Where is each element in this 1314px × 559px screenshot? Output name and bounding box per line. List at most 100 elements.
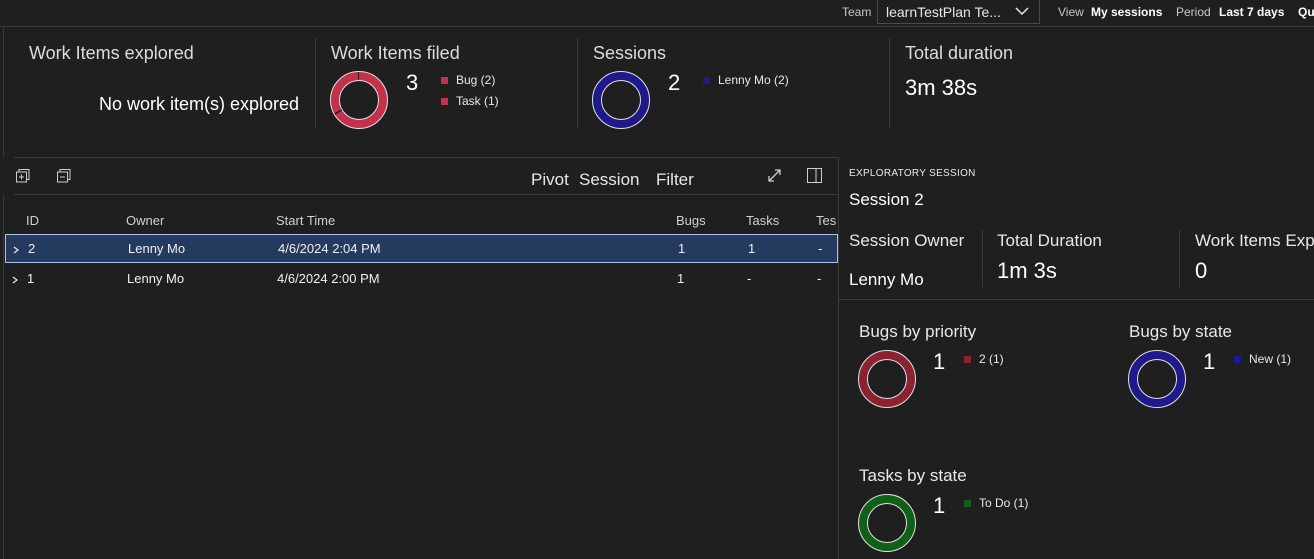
- legend-label: Task (1): [456, 94, 499, 108]
- cell-bugs: 1: [677, 271, 685, 286]
- filter-button[interactable]: Filter: [656, 170, 694, 190]
- toggle-details-pane-icon[interactable]: [807, 168, 822, 188]
- bugs-by-priority-count: 1: [933, 349, 946, 374]
- sessions-count: 2: [668, 70, 681, 95]
- legend-item-owner[interactable]: Lenny Mo (2): [703, 73, 789, 87]
- work-items-explored-title: Work Items explored: [29, 43, 194, 63]
- cell-tests: -: [817, 271, 822, 286]
- total-duration-label: Total Duration: [997, 231, 1102, 250]
- work-items-filed-count: 3: [406, 70, 419, 95]
- tasks-by-state-donut[interactable]: [858, 494, 916, 552]
- period-label: Period: [1176, 5, 1211, 19]
- legend-item-bug[interactable]: Bug (2): [441, 73, 495, 87]
- chevron-right-icon[interactable]: [12, 242, 20, 260]
- fullscreen-icon[interactable]: [767, 168, 782, 188]
- cell-tests: -: [818, 241, 823, 256]
- query-selector[interactable]: Qu: [1298, 5, 1314, 19]
- legend-swatch: [441, 97, 448, 105]
- cell-tasks: 1: [748, 241, 756, 256]
- summary-section: Work Items explored No work item(s) expl…: [0, 28, 1314, 157]
- table-row[interactable]: 1 Lenny Mo 4/6/2024 2:00 PM 1 - -: [5, 264, 838, 293]
- filter-bar: Team learnTestPlan Te... View My session…: [0, 0, 1314, 27]
- grid-toolbar: Pivot Session Filter: [0, 158, 838, 194]
- column-header-owner[interactable]: Owner: [126, 213, 164, 228]
- donut-hole: [601, 80, 641, 120]
- column-header-tests[interactable]: Tes: [816, 213, 838, 228]
- team-dropdown[interactable]: learnTestPlan Te...: [877, 0, 1040, 24]
- column-header-tasks[interactable]: Tasks: [746, 213, 779, 228]
- legend-swatch: [441, 76, 448, 84]
- legend-swatch: [964, 355, 971, 363]
- session-duration-value: 1m 3s: [997, 258, 1057, 283]
- legend-label: To Do (1): [979, 496, 1029, 510]
- total-duration-title: Total duration: [905, 43, 1014, 63]
- card-divider: [315, 38, 316, 128]
- bugs-by-state-count: 1: [1203, 349, 1216, 374]
- tasks-by-state-count: 1: [933, 493, 946, 518]
- session-owner-label: Session Owner: [849, 231, 965, 250]
- cell-id: 2: [28, 241, 36, 256]
- column-header-id[interactable]: ID: [26, 213, 39, 228]
- stat-divider: [1179, 230, 1180, 287]
- card-divider: [577, 38, 578, 128]
- work-items-filed-donut[interactable]: [330, 71, 388, 129]
- panel-header: EXPLORATORY SESSION: [849, 168, 976, 179]
- expand-all-icon[interactable]: [16, 169, 30, 188]
- tasks-by-state-title: Tasks by state: [859, 466, 967, 485]
- work-items-explored-value: 0: [1195, 258, 1208, 283]
- legend-label: New (1): [1249, 352, 1292, 366]
- cell-tasks: -: [747, 271, 752, 286]
- work-items-filed-title: Work Items filed: [331, 43, 460, 63]
- left-edge-divider: [3, 28, 4, 157]
- cell-id: 1: [27, 271, 35, 286]
- work-items-explored-label: Work Items Exp: [1195, 231, 1314, 250]
- team-label: Team: [842, 5, 872, 19]
- legend-item-priority-2[interactable]: 2 (1): [964, 352, 1004, 366]
- column-header-start-time[interactable]: Start Time: [276, 213, 335, 228]
- column-header-bugs[interactable]: Bugs: [676, 213, 706, 228]
- chevron-down-icon: [1014, 4, 1030, 21]
- bugs-by-priority-title: Bugs by priority: [859, 322, 977, 341]
- bugs-by-priority-donut[interactable]: [858, 350, 916, 408]
- view-selector[interactable]: My sessions: [1091, 5, 1162, 19]
- session-detail-panel: EXPLORATORY SESSION Session 2 Session Ow…: [838, 157, 1314, 559]
- legend-item-task[interactable]: Task (1): [441, 94, 499, 108]
- card-divider: [889, 38, 890, 128]
- donut-hole: [1137, 359, 1177, 399]
- session-owner-value: Lenny Mo: [849, 270, 924, 289]
- total-duration-value: 3m 38s: [905, 75, 978, 100]
- bugs-by-state-donut[interactable]: [1128, 350, 1186, 408]
- sessions-grid: ID Owner Start Time Bugs Tasks Tes 2 Len…: [0, 195, 838, 559]
- legend-label: Bug (2): [456, 73, 496, 87]
- legend-label: Lenny Mo (2): [718, 73, 789, 87]
- cell-owner: Lenny Mo: [128, 241, 186, 256]
- period-selector[interactable]: Last 7 days: [1219, 5, 1284, 19]
- cell-owner: Lenny Mo: [127, 271, 185, 286]
- team-dropdown-value: learnTestPlan Te...: [886, 3, 1001, 20]
- pivot-selector[interactable]: Session: [579, 170, 639, 190]
- cell-bugs: 1: [678, 241, 686, 256]
- no-work-items-text: No work item(s) explored: [99, 94, 300, 114]
- view-label: View: [1058, 5, 1084, 19]
- cell-start-time: 4/6/2024 2:00 PM: [277, 271, 380, 286]
- legend-item-to-do[interactable]: To Do (1): [964, 496, 1028, 510]
- bugs-by-state-title: Bugs by state: [1129, 322, 1233, 341]
- cell-start-time: 4/6/2024 2:04 PM: [278, 241, 381, 256]
- chevron-right-icon[interactable]: [11, 272, 19, 290]
- legend-swatch: [703, 76, 710, 84]
- sessions-title: Sessions: [593, 43, 667, 63]
- sessions-donut[interactable]: [592, 71, 650, 129]
- stat-divider: [982, 230, 983, 287]
- legend-item-new[interactable]: New (1): [1234, 352, 1291, 366]
- legend-swatch: [964, 499, 971, 507]
- session-name: Session 2: [849, 190, 924, 209]
- panel-divider: [839, 299, 1314, 300]
- left-edge-divider: [3, 195, 4, 559]
- pivot-label: Pivot: [531, 170, 569, 189]
- donut-hole: [867, 503, 907, 543]
- donut-hole: [339, 80, 379, 120]
- table-row[interactable]: 2 Lenny Mo 4/6/2024 2:04 PM 1 1 -: [5, 234, 838, 263]
- collapse-all-icon[interactable]: [57, 169, 71, 188]
- legend-label: 2 (1): [979, 352, 1004, 366]
- legend-swatch: [1234, 355, 1241, 363]
